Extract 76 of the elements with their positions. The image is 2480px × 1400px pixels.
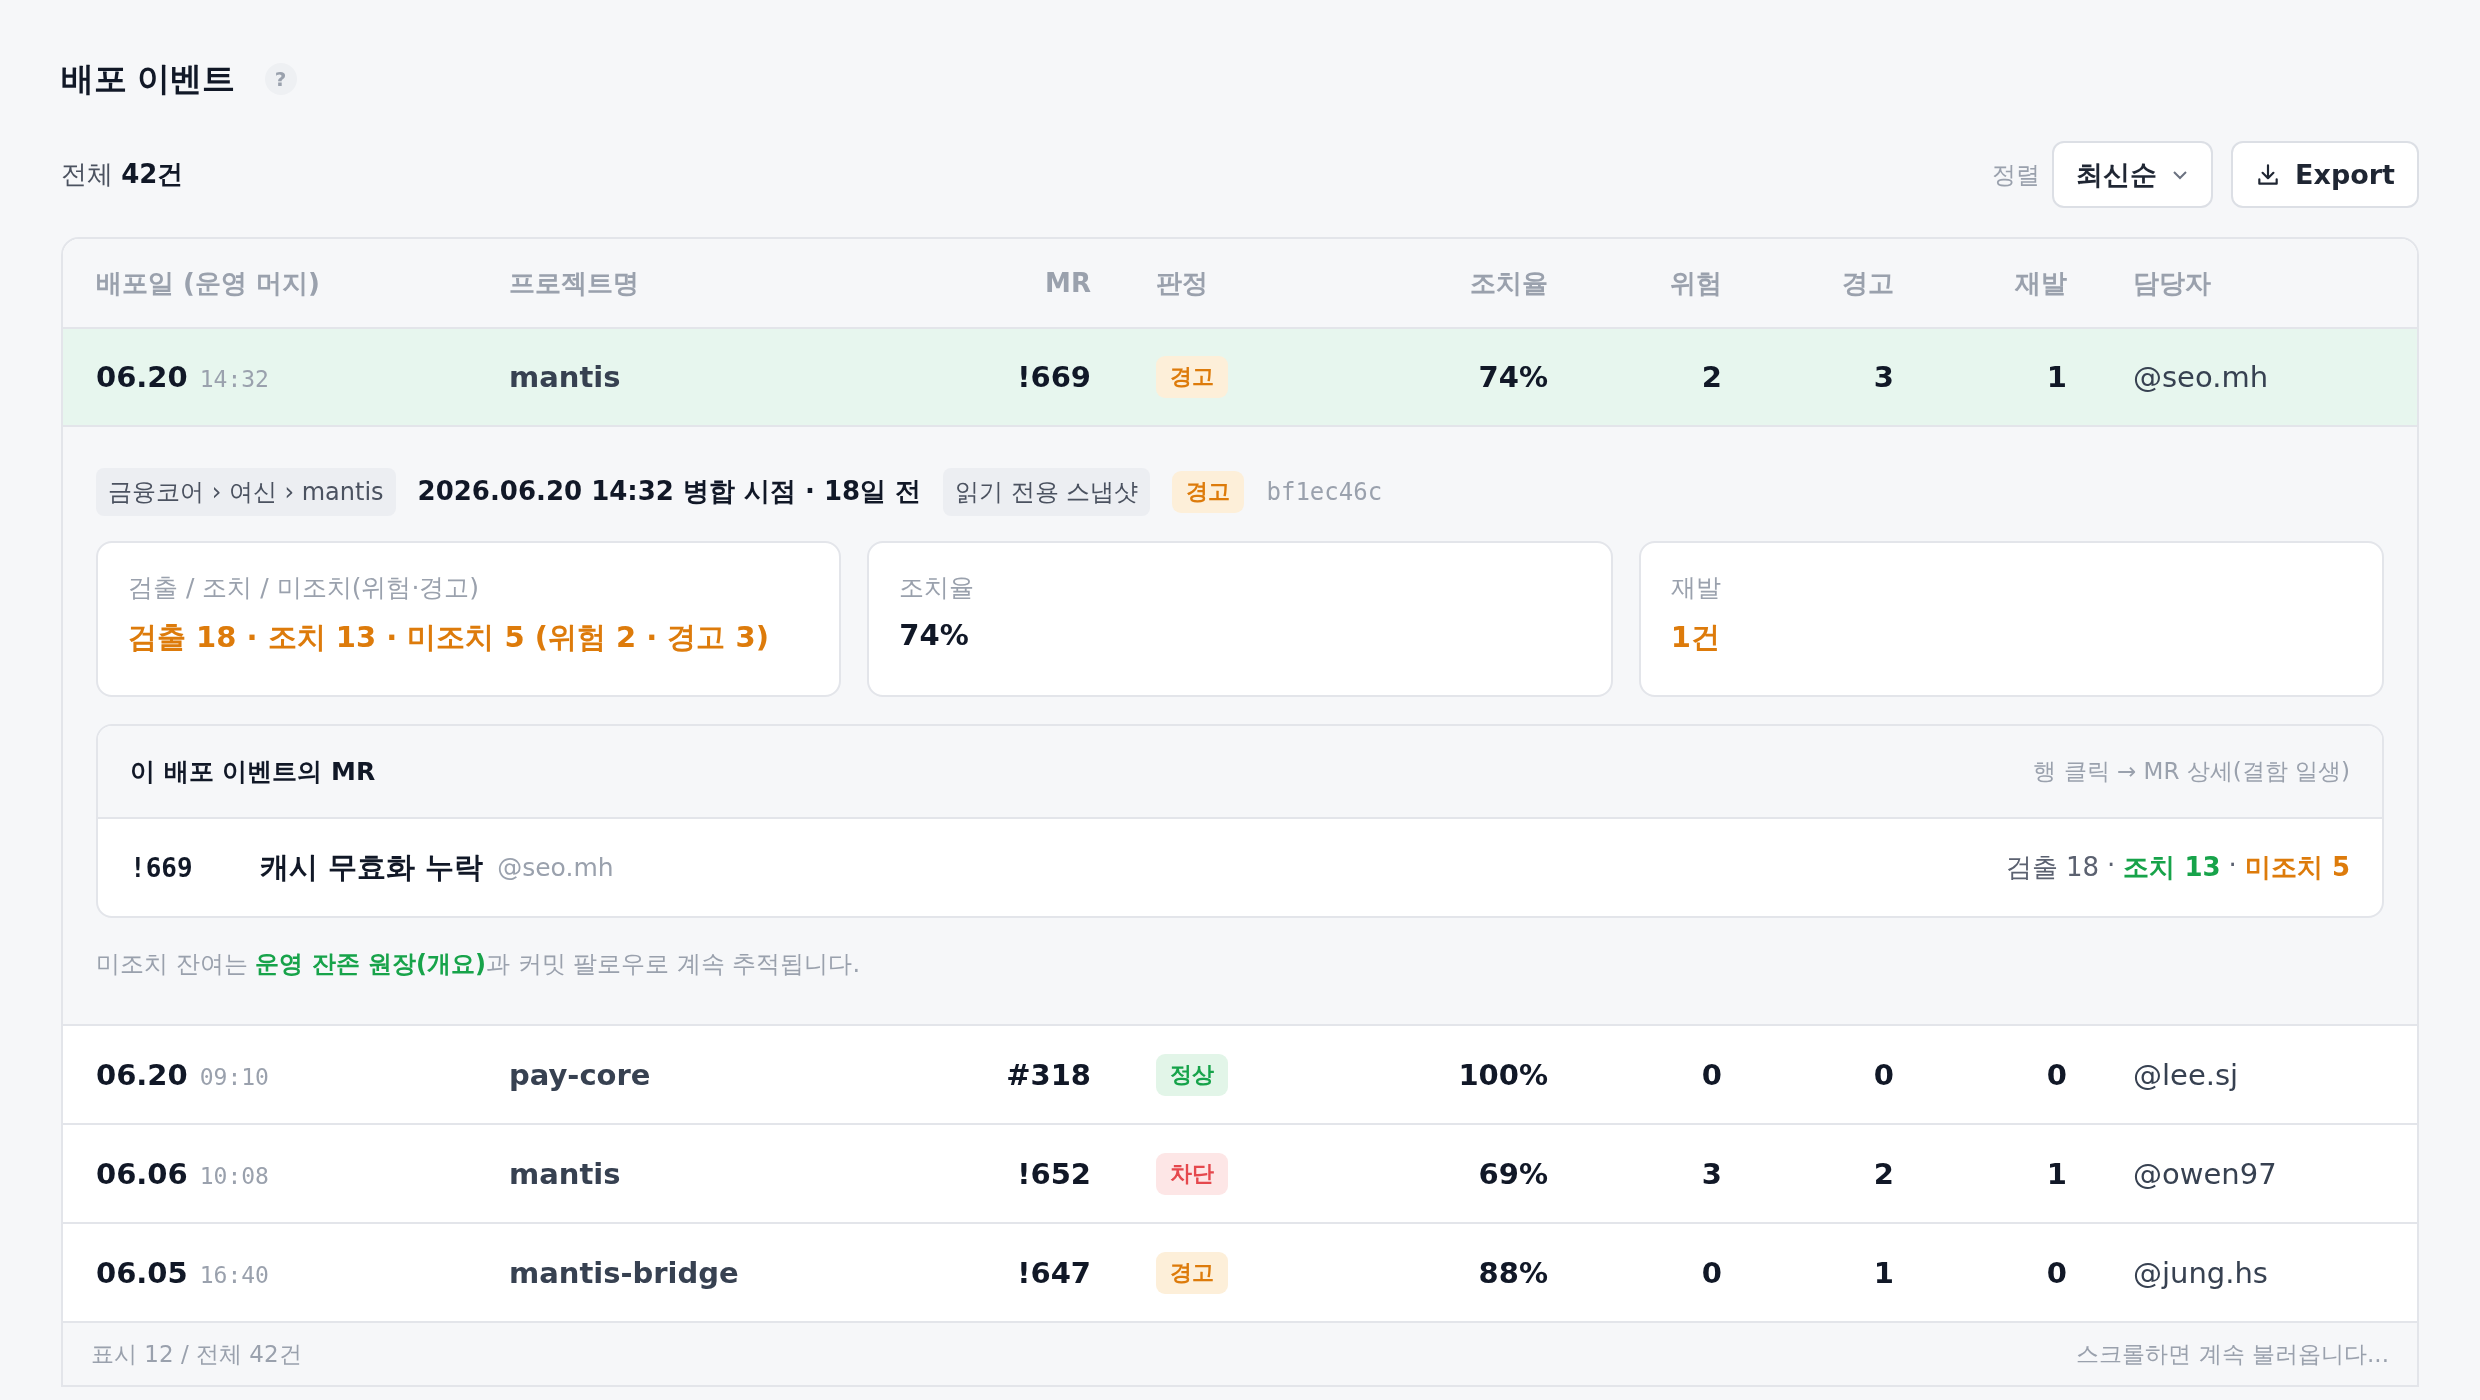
export-button[interactable]: Export xyxy=(2231,141,2419,208)
card-value: 검출 18 · 조치 13 · 미조치 5 (위험 2 · 경고 3) xyxy=(128,619,770,656)
column-header: 조치율 xyxy=(1469,266,1548,300)
recurrence-count: 1 xyxy=(2046,1156,2067,1191)
date-text: 06.20 xyxy=(96,1057,188,1092)
project-name: mantis xyxy=(509,1156,621,1191)
risk-count: 0 xyxy=(1701,1255,1722,1290)
risk-count: 2 xyxy=(1701,360,1722,394)
panel-title: 이 배포 이벤트의 MR xyxy=(130,756,376,788)
mr-number: #318 xyxy=(1006,1057,1091,1092)
project-name: pay-core xyxy=(509,1057,651,1092)
card-value: 74% xyxy=(899,618,970,652)
snapshot-tag: 읽기 전용 스냅샷 xyxy=(943,467,1151,516)
breadcrumb: 금융코어 › 여신 › mantis xyxy=(96,467,396,516)
date-text: 06.06 xyxy=(96,1156,188,1191)
column-header: 담당자 xyxy=(2132,266,2212,300)
owner-name: @lee.sj xyxy=(2133,1057,2239,1092)
warning-count: 1 xyxy=(1873,1255,1894,1290)
table-row[interactable]: 06.20 14:32 mantis !669 경고 74% 2 3 1 @seo.mh xyxy=(63,329,2417,427)
column-header: MR xyxy=(1044,268,1091,298)
merge-time: 2026.06.20 14:32 병합 시점 · 18일 전 xyxy=(417,475,922,508)
mr-owner: @seo.mh xyxy=(497,853,614,882)
card-value: 1건 xyxy=(1670,619,1721,656)
risk-count: 0 xyxy=(1701,1057,1722,1092)
time-text: 14:32 xyxy=(199,366,269,392)
owner-name: @owen97 xyxy=(2133,1156,2277,1191)
sort-label: 정렬 xyxy=(1992,159,2041,191)
mr-number[interactable]: !669 xyxy=(130,852,260,883)
verdict-badge: 경고 xyxy=(1172,470,1245,513)
column-header: 판정 xyxy=(1155,266,1209,300)
fix-rate: 88% xyxy=(1478,1255,1548,1290)
verdict-badge: 정상 xyxy=(1156,1053,1228,1096)
card-label: 재발 xyxy=(1670,572,1722,604)
fix-rate: 100% xyxy=(1458,1057,1548,1092)
time-text: 10:08 xyxy=(199,1162,269,1189)
fix-rate: 69% xyxy=(1478,1156,1548,1191)
load-more-hint: 스크롤하면 계속 불러옵니다... xyxy=(2076,1339,2389,1369)
sort-dropdown[interactable]: 최신순 xyxy=(2052,141,2214,208)
column-header: 경고 xyxy=(1841,266,1894,300)
risk-count: 3 xyxy=(1701,1156,1722,1191)
column-header: 재발 xyxy=(2014,266,2067,300)
column-header: 배포일 (운영 머지) xyxy=(96,266,321,300)
mr-number: !669 xyxy=(1017,360,1091,394)
mr-number: !647 xyxy=(1017,1255,1091,1290)
warning-count: 2 xyxy=(1873,1156,1894,1191)
fix-rate: 74% xyxy=(1478,360,1548,394)
verdict-badge: 경고 xyxy=(1156,356,1228,398)
project-name: mantis-bridge xyxy=(509,1255,739,1290)
panel-hint: 행 클릭 → MR 상세(결함 일생) xyxy=(2033,757,2350,786)
project-name: mantis xyxy=(509,360,621,394)
recurrence-count: 0 xyxy=(2046,1255,2067,1290)
date-text: 06.20 xyxy=(96,360,188,394)
recurrence-count: 1 xyxy=(2046,360,2067,394)
mr-title[interactable]: 캐시 무효화 누락 xyxy=(260,847,484,888)
owner-name: @jung.hs xyxy=(2133,1255,2268,1290)
warning-count: 3 xyxy=(1873,360,1894,394)
defect-stats: 검출 18 · 조치 13 · 미조치 5 xyxy=(2005,850,2350,884)
footer-count: 표시 12 / 전체 42건 xyxy=(91,1339,302,1369)
time-text: 16:40 xyxy=(199,1261,269,1288)
owner-name: @seo.mh xyxy=(2133,360,2269,394)
total-count: 전체 42건 xyxy=(61,158,184,191)
date-text: 06.05 xyxy=(96,1255,188,1290)
recurrence-count: 0 xyxy=(2046,1057,2067,1092)
chevron-down-icon xyxy=(2171,168,2190,181)
verdict-badge: 경고 xyxy=(1156,1251,1228,1294)
page-title: 배포 이벤트 xyxy=(61,57,235,100)
column-header: 프로젝트명 xyxy=(509,266,640,300)
warning-count: 0 xyxy=(1873,1057,1894,1092)
note-text: 미조치 잔여는 운영 잔존 원장(개요)과 커밋 팔로우로 계속 추적됩니다. xyxy=(96,949,862,980)
card-label: 검출 / 조치 / 미조치(위험·경고) xyxy=(128,572,481,604)
verdict-badge: 차단 xyxy=(1156,1152,1228,1195)
time-text: 09:10 xyxy=(199,1063,269,1090)
commit-hash: bf1ec46c xyxy=(1266,477,1383,506)
column-header: 위험 xyxy=(1669,266,1722,300)
mr-number: !652 xyxy=(1017,1156,1091,1191)
card-label: 조치율 xyxy=(899,572,976,604)
